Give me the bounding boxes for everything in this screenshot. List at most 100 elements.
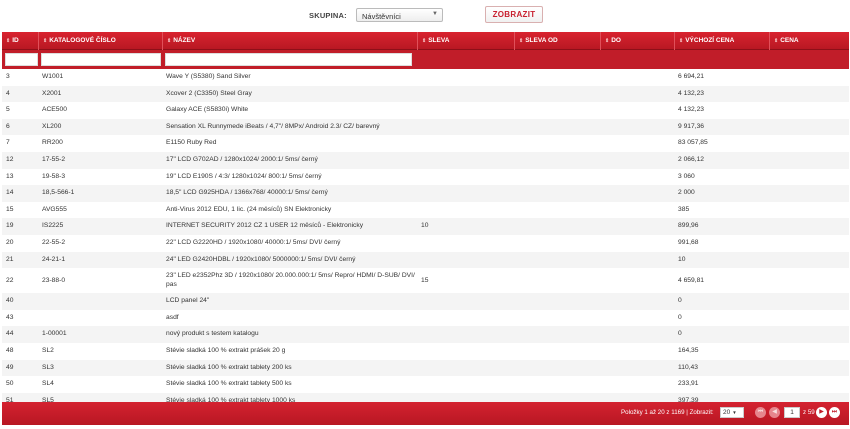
cell-base_price: 991,68 [678, 239, 699, 246]
cell-base_price: 385 [678, 205, 690, 213]
table-row[interactable]: 4 X2001 Xcover 2 (C3350) Steel Gray 4 132,2… [2, 85, 849, 103]
cell-name: Anti-Virus 2012 EDU, 1 lic. (24 měsíců) … [166, 205, 332, 213]
group-select-value: Návštěvníci [362, 11, 401, 21]
price-grid: ⇕ ID ⇕ KATALOGOVÉ ČÍSLO ⇕ NÁZEV ⇕ SLEVA ⇕ SLEVA O… [2, 32, 849, 425]
sort-icon: ⇕ [519, 38, 524, 44]
cell-id: 19 [6, 222, 14, 230]
table-row[interactable]: 15 AVG555 Anti-Virus 2012 EDU, 1 lic. (24 … [2, 202, 849, 219]
column-header-discount_to[interactable]: ⇕ DO [600, 32, 674, 50]
show-button[interactable]: ZOBRAZIT [485, 6, 543, 23]
page-count: z 59 [803, 409, 815, 416]
catalog-filter-input[interactable] [41, 53, 161, 66]
cell-name: 19" LCD E190S / 4:3/ 1280x1024/ 800:1/ 5… [166, 172, 322, 180]
current-page-input[interactable]: 1 [784, 407, 800, 418]
table-row[interactable]: 44 1-00001 nový produkt s testem katalogu 0 [2, 326, 849, 343]
table-row[interactable]: 7 RR200 E1150 Ruby Red 83 057,85 [2, 135, 849, 152]
first-page-icon[interactable]: ⏮ [755, 407, 766, 418]
cell-id: 3 [6, 73, 10, 80]
table-row[interactable]: 5 ACE500 Galaxy ACE (S5830i) White 4 132,23 [2, 102, 849, 119]
table-row[interactable]: 19 IS2225 INTERNET SECURITY 2012 CZ 1 USER… [2, 218, 849, 235]
column-header-id[interactable]: ⇕ ID [2, 32, 38, 50]
table-row[interactable]: 6 XL200 Sensation XL Runnymede iBeats / 4,… [2, 118, 849, 136]
cell-id: 22 [6, 277, 14, 285]
column-header-label: SLEVA [428, 37, 450, 44]
cell-name: INTERNET SECURITY 2012 CZ 1 USER 12 měsí… [166, 222, 364, 230]
cell-catalog: 22-55-2 [42, 239, 66, 246]
cell-name: Xcover 2 (C3350) Steel Gray [166, 89, 252, 97]
cell-id: 50 [6, 380, 14, 388]
cell-base_price: 6 694,21 [678, 73, 705, 80]
cell-name: 17" LCD G702AD / 1280x1024/ 2000:1/ 5ms/… [166, 156, 318, 163]
filter-toolbar: SKUPINA: Návštěvníci ▼ ZOBRAZIT [0, 0, 850, 30]
cell-base_price: 2 066,12 [678, 156, 705, 163]
column-header-label: VÝCHOZÍ CENA [685, 37, 735, 44]
page-size-select[interactable]: 20 ▼ [720, 407, 744, 418]
column-header-discount_from[interactable]: ⇕ SLEVA OD [514, 32, 600, 50]
sort-icon: ⇕ [43, 38, 48, 44]
column-header-name[interactable]: ⇕ NÁZEV [162, 32, 417, 50]
page-size-value: 20 [723, 409, 731, 416]
cell-name: Stévie sladká 100 % extrakt tablety 200 … [166, 363, 292, 371]
table-row[interactable]: 48 SL2 Stévie sladká 100 % extrakt prášek … [2, 343, 849, 360]
cell-catalog: IS2225 [42, 222, 64, 230]
table-row[interactable]: 12 17-55-2 17" LCD G702AD / 1280x1024/ 200… [2, 152, 849, 169]
cell-id: 15 [6, 205, 14, 213]
table-row[interactable]: 43 asdf 0 [2, 310, 849, 327]
cell-name: nový produkt s testem katalogu [166, 330, 259, 338]
cell-name: Galaxy ACE (S5830i) White [166, 106, 249, 114]
cell-name: 23" LED e2352Phz 3D / 1920x1080/ 20.000.… [166, 272, 415, 289]
chevron-down-icon: ▼ [432, 11, 438, 17]
last-page-icon[interactable]: ⏭ [829, 407, 840, 418]
cell-name: LCD panel 24" [166, 297, 210, 305]
sort-icon: ⇕ [6, 38, 11, 44]
cell-discount: 15 [421, 277, 429, 285]
id-filter-input[interactable] [5, 53, 38, 66]
table-row[interactable]: 20 22-55-2 22" LCD G2220HD / 1920x1080/ 40… [2, 235, 849, 252]
column-header-label: KATALOGOVÉ ČÍSLO [49, 37, 116, 44]
cell-base_price: 233,91 [678, 380, 699, 388]
name-filter-input[interactable] [165, 53, 412, 66]
group-select[interactable]: Návštěvníci ▼ [356, 8, 443, 22]
cell-catalog: 24-21-1 [42, 255, 66, 263]
cell-base_price: 899,96 [678, 222, 699, 230]
table-row[interactable]: 3 W1001 Wave Y (S5380) Sand Silver 6 694,21 [2, 69, 849, 86]
table-row[interactable]: 14 18,5-566-1 18,5" LCD G925HDA / 1366x768… [2, 185, 849, 202]
sort-icon: ⇕ [422, 38, 427, 44]
column-header-label: NÁZEV [173, 37, 196, 44]
group-label: SKUPINA: [309, 11, 347, 20]
table-row[interactable]: 13 19-58-3 19" LCD E190S / 4:3/ 1280x1024/… [2, 169, 849, 186]
cell-base_price: 2 000 [678, 189, 695, 197]
cell-base_price: 164,35 [678, 347, 699, 354]
grid-pager: Položky 1 až 20 z 1169 | Zobrazit: 20 ▼ ⏮… [2, 402, 849, 425]
prev-page-icon[interactable]: ◀ [769, 407, 780, 418]
cell-base_price: 83 057,85 [678, 139, 708, 147]
cell-id: 4 [6, 89, 10, 97]
cell-id: 7 [6, 139, 10, 147]
table-row[interactable]: 21 24-21-1 24" LED G2420HDBL / 1920x1080/ … [2, 251, 849, 269]
column-header-base_price[interactable]: ⇕ VÝCHOZÍ CENA [674, 32, 769, 50]
cell-id: 40 [6, 297, 14, 305]
column-header-discount[interactable]: ⇕ SLEVA [417, 32, 514, 50]
chevron-down-icon: ▼ [732, 410, 737, 415]
sort-icon: ⇕ [605, 38, 610, 44]
table-row[interactable]: 22 23-88-0 23" LED e2352Phz 3D / 1920x1080… [2, 268, 849, 293]
table-row[interactable]: 40 LCD panel 24" 0 [2, 293, 849, 310]
next-page-icon[interactable]: ▶ [816, 407, 827, 418]
table-row[interactable]: 50 SL4 Stévie sladká 100 % extrakt tablety… [2, 376, 849, 393]
cell-catalog: SL2 [42, 347, 54, 354]
cell-name: 24" LED G2420HDBL / 1920x1080/ 5000000:1… [166, 255, 356, 263]
cell-catalog: RR200 [42, 139, 63, 147]
cell-base_price: 0 [678, 297, 682, 305]
cell-catalog: 1-00001 [42, 330, 67, 338]
column-header-price[interactable]: ⇕ CENA [769, 32, 849, 50]
column-header-label: DO [611, 37, 621, 44]
cell-name: E1150 Ruby Red [166, 139, 217, 147]
cell-base_price: 10 [678, 255, 686, 263]
cell-catalog: 17-55-2 [42, 156, 66, 163]
cell-id: 14 [6, 189, 14, 197]
cell-catalog: W1001 [42, 73, 64, 80]
cell-catalog: ACE500 [42, 106, 67, 114]
sort-icon: ⇕ [774, 38, 779, 44]
table-row[interactable]: 49 SL3 Stévie sladká 100 % extrakt tablety… [2, 359, 849, 377]
column-header-catalog[interactable]: ⇕ KATALOGOVÉ ČÍSLO [38, 32, 162, 50]
